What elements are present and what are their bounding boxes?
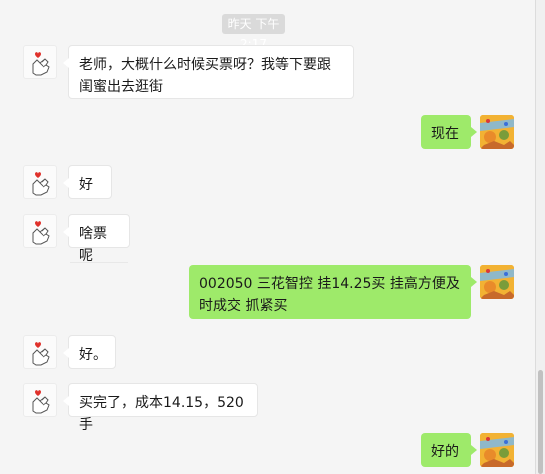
contact-avatar[interactable] bbox=[23, 383, 57, 417]
message-text: 002050 三花智控 挂14.25买 挂高方便及时成交 抓紧买 bbox=[199, 276, 460, 314]
finger-heart-icon bbox=[32, 390, 50, 414]
divider bbox=[70, 262, 128, 263]
finger-heart-icon bbox=[32, 342, 50, 366]
message-text: 老师，大概什么时候买票呀？我等下要跟闺蜜出去逛街 bbox=[79, 57, 331, 95]
cartoon-avatar-icon bbox=[480, 265, 514, 299]
message-bubble[interactable]: 好。 bbox=[63, 335, 116, 369]
message-text: 好 bbox=[79, 177, 93, 193]
message-bubble[interactable]: 老师，大概什么时候买票呀？我等下要跟闺蜜出去逛街 bbox=[63, 45, 354, 99]
message-bubble[interactable]: 现在 bbox=[421, 115, 477, 149]
message-bubble[interactable]: 买完了，成本14.15，520手 bbox=[63, 383, 258, 433]
message-bubble[interactable]: 002050 三花智控 挂14.25买 挂高方便及时成交 抓紧买 bbox=[189, 265, 477, 319]
finger-heart-icon bbox=[32, 52, 50, 76]
message-bubble[interactable]: 好 bbox=[63, 165, 112, 199]
finger-heart-icon bbox=[32, 172, 50, 196]
message-bubble[interactable]: 啥票呢 bbox=[63, 214, 130, 264]
message-timestamp: 昨天 下午 2:17 bbox=[222, 14, 285, 51]
self-avatar[interactable] bbox=[480, 433, 514, 467]
self-avatar[interactable] bbox=[480, 265, 514, 299]
self-avatar[interactable] bbox=[480, 115, 514, 149]
message-text: 啥票呢 bbox=[79, 226, 107, 264]
cartoon-avatar-icon bbox=[480, 433, 514, 467]
message-text: 买完了，成本14.15，520手 bbox=[79, 395, 244, 433]
message-text: 好。 bbox=[79, 347, 107, 363]
scrollbar-thumb[interactable] bbox=[538, 370, 543, 474]
finger-heart-icon bbox=[32, 221, 50, 245]
contact-avatar[interactable] bbox=[23, 165, 57, 199]
cartoon-avatar-icon bbox=[480, 115, 514, 149]
contact-avatar[interactable] bbox=[23, 335, 57, 369]
chat-window: 昨天 下午 2:17 老师，大概什么时候买票呀？我等下要跟闺蜜出去逛街 现在 好… bbox=[0, 0, 545, 474]
message-bubble[interactable]: 好的 bbox=[421, 433, 477, 467]
message-text: 好的 bbox=[431, 444, 459, 460]
contact-avatar[interactable] bbox=[23, 45, 57, 79]
contact-avatar[interactable] bbox=[23, 214, 57, 248]
scrollbar-track[interactable] bbox=[536, 0, 545, 474]
message-text: 现在 bbox=[431, 126, 459, 142]
